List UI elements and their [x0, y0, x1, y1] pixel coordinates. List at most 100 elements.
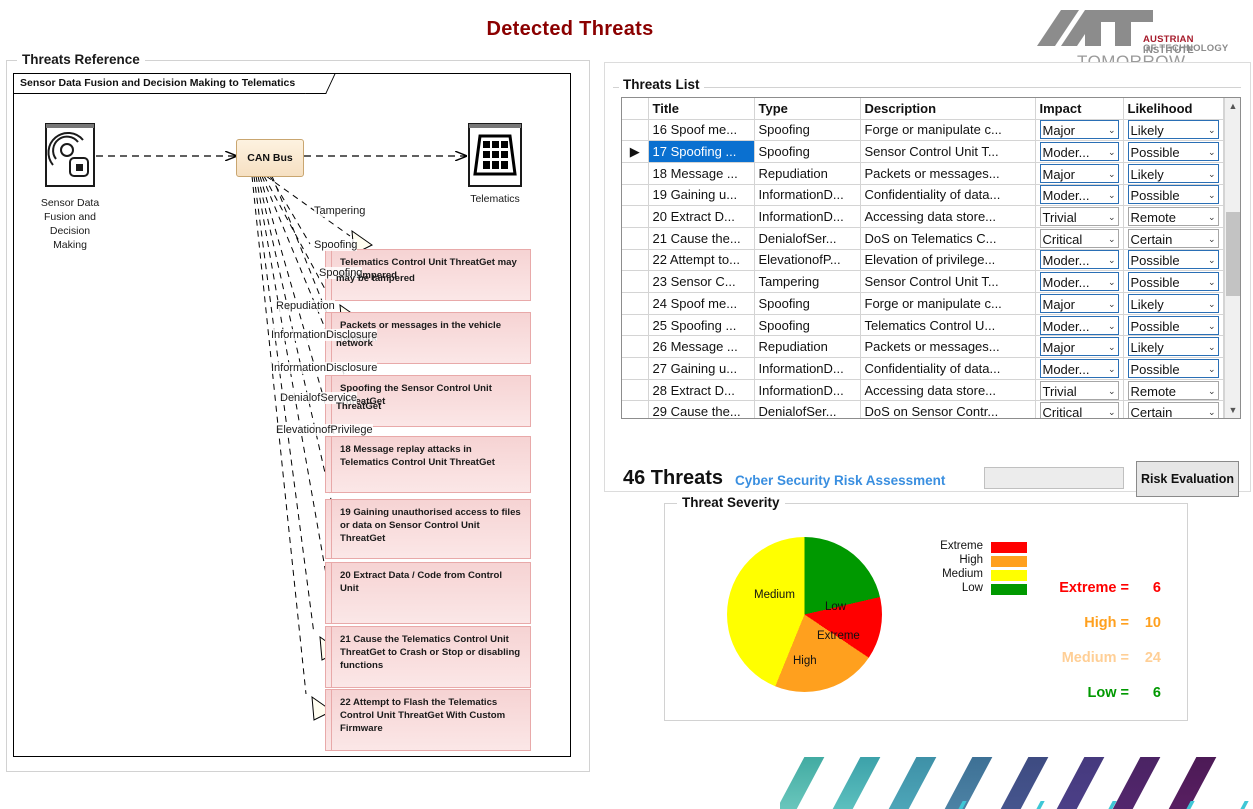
chevron-down-icon[interactable]: ⌄	[1108, 251, 1116, 268]
severity-pie-chart[interactable]	[727, 537, 882, 692]
table-row[interactable]: 24 Spoof me... Spoofing Forge or manipulat…	[622, 292, 1224, 315]
chevron-down-icon[interactable]: ⌄	[1208, 317, 1216, 334]
likelihood-cell[interactable]: Remote ⌄	[1123, 379, 1224, 402]
canbus-node[interactable]: CAN Bus	[236, 139, 304, 177]
likelihood-cell[interactable]: Likely ⌄	[1123, 292, 1224, 315]
likelihood-cell[interactable]: Possible ⌄	[1123, 249, 1224, 272]
cell-description[interactable]: Sensor Control Unit T...	[860, 140, 1036, 163]
cell-title[interactable]: 26 Message ...	[648, 335, 755, 359]
impact-cell[interactable]: Major ⌄	[1035, 162, 1124, 185]
cell-description[interactable]: Accessing data store...	[860, 379, 1036, 402]
impact-cell[interactable]: Critical ⌄	[1035, 400, 1124, 418]
row-selector-cell[interactable]	[622, 314, 649, 337]
impact-cell[interactable]: Major ⌄	[1035, 292, 1124, 315]
scroll-down-icon[interactable]: ▼	[1225, 402, 1240, 418]
likelihood-dropdown[interactable]: Certain ⌄	[1127, 228, 1219, 248]
chevron-down-icon[interactable]: ⌄	[1208, 186, 1216, 203]
likelihood-dropdown[interactable]: Possible ⌄	[1127, 358, 1219, 378]
row-selector-cell[interactable]	[622, 357, 649, 380]
cell-title[interactable]: 23 Sensor C...	[648, 270, 755, 293]
row-selector-cell[interactable]	[622, 162, 649, 185]
likelihood-dropdown[interactable]: Possible ⌄	[1127, 272, 1219, 292]
scroll-up-icon[interactable]: ▲	[1225, 98, 1240, 114]
row-selector-cell[interactable]	[622, 184, 649, 207]
row-selector-cell[interactable]	[622, 400, 649, 418]
likelihood-dropdown[interactable]: Possible ⌄	[1127, 185, 1219, 205]
likelihood-cell[interactable]: Certain ⌄	[1123, 227, 1224, 250]
impact-dropdown[interactable]: Moder... ⌄	[1039, 315, 1119, 335]
impact-dropdown[interactable]: Critical ⌄	[1039, 228, 1119, 248]
table-row[interactable]: ▶ 17 Spoofing ... Spoofing Sensor Control U…	[622, 140, 1224, 163]
cell-description[interactable]: DoS on Sensor Contr...	[860, 400, 1036, 418]
chevron-down-icon[interactable]: ⌄	[1108, 403, 1116, 418]
cell-title[interactable]: 22 Attempt to...	[648, 249, 755, 272]
impact-dropdown[interactable]: Critical ⌄	[1039, 402, 1119, 418]
cell-type[interactable]: Spoofing	[754, 292, 861, 315]
chevron-down-icon[interactable]: ⌄	[1208, 121, 1216, 138]
column-header-type[interactable]: Type	[754, 98, 861, 120]
likelihood-cell[interactable]: Remote ⌄	[1123, 205, 1224, 228]
cell-title[interactable]: 19 Gaining u...	[648, 184, 755, 207]
table-scrollbar[interactable]: ▲ ▼	[1224, 98, 1240, 418]
cell-description[interactable]: Elevation of privilege...	[860, 249, 1036, 272]
row-selector-cell[interactable]	[622, 205, 649, 228]
chevron-down-icon[interactable]: ⌄	[1108, 143, 1116, 160]
likelihood-dropdown[interactable]: Possible ⌄	[1127, 142, 1219, 162]
cell-title[interactable]: 27 Gaining u...	[648, 357, 755, 380]
cell-title[interactable]: 29 Cause the...	[648, 400, 755, 418]
impact-cell[interactable]: Major ⌄	[1035, 335, 1124, 359]
table-row[interactable]: 21 Cause the... DenialofSer... DoS on Tele…	[622, 227, 1224, 250]
chevron-down-icon[interactable]: ⌄	[1208, 360, 1216, 377]
table-row[interactable]: 27 Gaining u... InformationD... Confidenti…	[622, 357, 1224, 380]
chevron-down-icon[interactable]: ⌄	[1208, 403, 1216, 418]
likelihood-dropdown[interactable]: Certain ⌄	[1127, 402, 1219, 418]
cell-description[interactable]: Forge or manipulate c...	[860, 119, 1036, 142]
threat-box[interactable]: 18 Message replay attacks in Telematics …	[325, 436, 531, 493]
cell-type[interactable]: ElevationofP...	[754, 249, 861, 272]
impact-dropdown[interactable]: Major ⌄	[1039, 163, 1119, 183]
impact-dropdown[interactable]: Major ⌄	[1039, 120, 1119, 140]
cell-type[interactable]: InformationD...	[754, 357, 861, 380]
column-header-title[interactable]: Title	[648, 98, 755, 120]
impact-dropdown[interactable]: Moder... ⌄	[1039, 272, 1119, 292]
column-header-impact[interactable]: Impact	[1035, 98, 1124, 120]
likelihood-cell[interactable]: Possible ⌄	[1123, 314, 1224, 337]
row-selector-cell[interactable]	[622, 270, 649, 293]
risk-evaluation-button[interactable]: Risk Evaluation	[1136, 461, 1239, 497]
row-selector-cell[interactable]	[622, 335, 649, 359]
cell-description[interactable]: Confidentiality of data...	[860, 184, 1036, 207]
likelihood-dropdown[interactable]: Remote ⌄	[1127, 380, 1219, 400]
cyber-security-risk-assessment-link[interactable]: Cyber Security Risk Assessment	[735, 473, 945, 488]
chevron-down-icon[interactable]: ⌄	[1208, 165, 1216, 182]
table-row[interactable]: 23 Sensor C... Tampering Sensor Control Un…	[622, 270, 1224, 293]
threats-table-container[interactable]: Title Type Description Impact Likelihood…	[621, 97, 1241, 419]
chevron-down-icon[interactable]: ⌄	[1208, 295, 1216, 312]
likelihood-dropdown[interactable]: Remote ⌄	[1127, 207, 1219, 227]
impact-cell[interactable]: Moder... ⌄	[1035, 249, 1124, 272]
impact-dropdown[interactable]: Moder... ⌄	[1039, 185, 1119, 205]
table-row[interactable]: 18 Message ... Repudiation Packets or mess…	[622, 162, 1224, 185]
chevron-down-icon[interactable]: ⌄	[1108, 317, 1116, 334]
likelihood-cell[interactable]: Possible ⌄	[1123, 184, 1224, 207]
impact-dropdown[interactable]: Moder... ⌄	[1039, 250, 1119, 270]
chevron-down-icon[interactable]: ⌄	[1208, 273, 1216, 290]
table-row[interactable]: 26 Message ... Repudiation Packets or mess…	[622, 335, 1224, 359]
cell-title[interactable]: 21 Cause the...	[648, 227, 755, 250]
row-selector-cell[interactable]	[622, 227, 649, 250]
threat-box[interactable]: 20 Extract Data / Code from Control Unit	[325, 562, 531, 624]
impact-dropdown[interactable]: Major ⌄	[1039, 337, 1119, 357]
impact-dropdown[interactable]: Major ⌄	[1039, 293, 1119, 313]
chevron-down-icon[interactable]: ⌄	[1108, 121, 1116, 138]
cell-description[interactable]: Telematics Control U...	[860, 314, 1036, 337]
table-row[interactable]: 25 Spoofing ... Spoofing Telematics Contro…	[622, 314, 1224, 337]
chevron-down-icon[interactable]: ⌄	[1108, 165, 1116, 182]
likelihood-cell[interactable]: Likely ⌄	[1123, 119, 1224, 142]
table-row[interactable]: 22 Attempt to... ElevationofP... Elevation…	[622, 249, 1224, 272]
likelihood-cell[interactable]: Possible ⌄	[1123, 357, 1224, 380]
impact-cell[interactable]: Moder... ⌄	[1035, 140, 1124, 163]
threat-box[interactable]: 21 Cause the Telematics Control Unit Thr…	[325, 626, 531, 688]
cell-type[interactable]: DenialofSer...	[754, 400, 861, 418]
likelihood-cell[interactable]: Likely ⌄	[1123, 335, 1224, 359]
impact-cell[interactable]: Moder... ⌄	[1035, 184, 1124, 207]
cell-description[interactable]: Packets or messages...	[860, 335, 1036, 359]
